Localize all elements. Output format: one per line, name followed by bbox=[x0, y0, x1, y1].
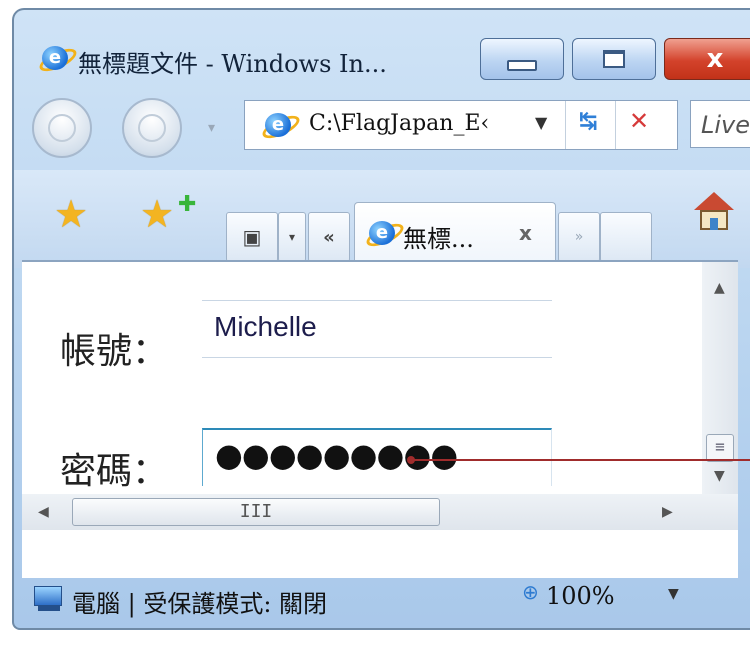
title-bar[interactable]: e 無標題文件 - Windows In... x bbox=[14, 10, 750, 80]
scroll-tabs-left-button[interactable]: « bbox=[308, 212, 350, 262]
username-label: 帳號： bbox=[60, 331, 169, 372]
zoom-level[interactable]: 100% bbox=[546, 582, 615, 610]
address-dropdown-icon[interactable]: ▼ bbox=[535, 113, 547, 132]
tab-close-icon[interactable]: x bbox=[519, 221, 532, 245]
scroll-right-icon[interactable]: ▶ bbox=[662, 504, 673, 520]
stop-icon[interactable]: ✕ bbox=[629, 107, 649, 135]
status-text: 電腦 | 受保護模式: 關閉 bbox=[72, 590, 328, 618]
home-icon[interactable] bbox=[694, 192, 734, 232]
horizontal-scroll-thumb[interactable]: III bbox=[72, 498, 440, 526]
window-title: 無標題文件 - Windows In... bbox=[78, 50, 387, 78]
address-input[interactable]: C:\FlagJapan_E‹ bbox=[309, 111, 489, 136]
ie-logo-icon: e bbox=[36, 44, 80, 76]
favorites-tab-bar: ★ ★ ✚ ▣ ▾ « e 無標... x » bbox=[14, 170, 750, 269]
password-field[interactable]: ●●●●●●●●● bbox=[202, 428, 552, 486]
quick-tabs-button[interactable]: ▣ bbox=[226, 212, 278, 262]
tab-ie-icon: e bbox=[363, 219, 407, 251]
password-value: ●●●●●●●●● bbox=[215, 436, 458, 474]
vertical-scroll-thumb[interactable]: ≡ bbox=[706, 434, 734, 462]
callout-line bbox=[407, 456, 750, 464]
username-field[interactable]: Michelle bbox=[202, 300, 552, 358]
scroll-left-icon[interactable]: ◀ bbox=[38, 504, 49, 520]
computer-icon bbox=[34, 586, 62, 612]
page-content: 帳號： Michelle 密碼： ●●●●●●●●● ▲ ≡ ▼ ◀ III ▶ bbox=[22, 260, 738, 578]
close-button[interactable]: x bbox=[664, 38, 750, 80]
maximize-icon bbox=[603, 50, 625, 68]
password-label: 密碼： bbox=[60, 451, 169, 492]
grid-icon: ▣ bbox=[242, 225, 262, 249]
back-button[interactable] bbox=[32, 98, 92, 158]
scroll-up-icon[interactable]: ▲ bbox=[714, 280, 725, 296]
address-bar[interactable]: e C:\FlagJapan_E‹ ▼ ↹ ✕ bbox=[244, 100, 678, 150]
add-favorite-star-icon[interactable]: ★ bbox=[140, 192, 174, 236]
maximize-button[interactable] bbox=[572, 38, 656, 80]
tab-untitled[interactable]: e 無標... x bbox=[354, 202, 556, 269]
tab-list-dropdown[interactable]: ▾ bbox=[278, 212, 306, 262]
tab-label: 無標... bbox=[403, 225, 474, 253]
close-icon: x bbox=[706, 44, 724, 74]
page-ie-icon: e bbox=[259, 111, 303, 143]
scroll-down-icon[interactable]: ▼ bbox=[714, 468, 725, 484]
add-favorite-plus-icon: ✚ bbox=[178, 192, 197, 217]
zoom-icon[interactable]: ⊕ bbox=[522, 580, 539, 604]
forward-button[interactable] bbox=[122, 98, 182, 158]
refresh-icon[interactable]: ↹ bbox=[579, 109, 597, 134]
search-input[interactable]: Live bbox=[690, 100, 750, 148]
status-bar: 電腦 | 受保護模式: 關閉 ⊕ 100% ▼ bbox=[22, 580, 738, 620]
new-tab-button[interactable] bbox=[600, 212, 652, 262]
recent-pages-dropdown-icon[interactable]: ▾ bbox=[208, 120, 215, 136]
minimize-button[interactable] bbox=[480, 38, 564, 80]
zoom-dropdown-icon[interactable]: ▼ bbox=[668, 586, 679, 602]
scroll-tabs-right-button[interactable]: » bbox=[558, 212, 600, 262]
minimize-icon bbox=[507, 59, 537, 71]
horizontal-scrollbar[interactable]: ◀ III ▶ bbox=[22, 494, 738, 530]
username-value: Michelle bbox=[214, 311, 317, 342]
favorites-star-icon[interactable]: ★ bbox=[54, 192, 88, 236]
